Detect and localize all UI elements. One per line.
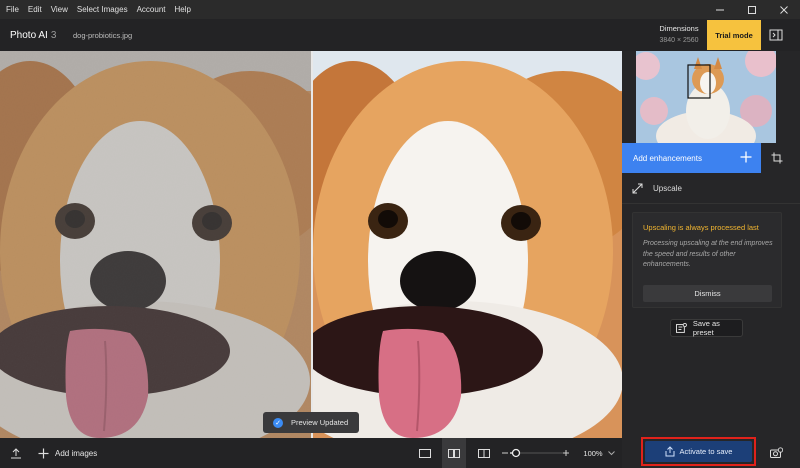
- split-view-icon: [478, 448, 490, 458]
- menu-select-images[interactable]: Select Images: [77, 5, 128, 14]
- single-view-button[interactable]: [414, 438, 436, 468]
- upscale-notice-card: Upscaling is always processed last Proce…: [632, 212, 782, 308]
- plus-icon: [38, 448, 49, 458]
- menu-help[interactable]: Help: [175, 5, 191, 14]
- expand-arrows-icon: [632, 183, 643, 193]
- save-as-preset-label: Save as preset: [692, 319, 720, 337]
- divider: [622, 203, 800, 204]
- image-viewer[interactable]: ✓ Preview Updated: [0, 51, 622, 438]
- side-by-side-icon: [448, 448, 460, 458]
- add-images-label: Add images: [55, 448, 98, 458]
- zoom-level[interactable]: 100%: [582, 438, 604, 468]
- split-view-button[interactable]: [473, 438, 495, 468]
- dimensions-readout: Dimensions 3840 × 2560: [652, 24, 706, 44]
- dog-photo-original: [0, 51, 311, 438]
- minimize-icon[interactable]: [704, 0, 736, 19]
- preview-updated-toast: ✓ Preview Updated: [263, 412, 359, 433]
- upscale-label: Upscale: [653, 183, 682, 193]
- check-icon: ✓: [273, 417, 283, 428]
- camera-gear-icon: [769, 447, 783, 458]
- single-view-icon: [419, 448, 431, 458]
- menu-bar: File Edit View Select Images Account Hel…: [0, 0, 800, 19]
- zoom-slider-track: [502, 448, 569, 458]
- menu-account[interactable]: Account: [137, 5, 166, 14]
- upscale-item[interactable]: Upscale: [632, 180, 682, 196]
- chevron-down-icon: [607, 450, 615, 455]
- crop-button[interactable]: [762, 143, 792, 173]
- close-icon[interactable]: [768, 0, 800, 19]
- navigator-thumbnail[interactable]: [636, 51, 776, 143]
- activate-to-save-button[interactable]: Activate to save: [645, 441, 752, 462]
- menu-list: File Edit View Select Images Account Hel…: [0, 5, 200, 14]
- toast-text: Preview Updated: [291, 418, 349, 427]
- panel-toggle-icon: [769, 29, 783, 41]
- menu-view[interactable]: View: [51, 5, 68, 14]
- dimensions-label: Dimensions: [659, 24, 699, 33]
- upload-icon: [11, 448, 21, 459]
- app-name: Photo AI: [10, 30, 48, 41]
- preset-icon: [676, 323, 687, 333]
- trial-mode-button[interactable]: Trial mode: [707, 20, 761, 50]
- menu-edit[interactable]: Edit: [28, 5, 42, 14]
- add-images-button[interactable]: Add images: [38, 438, 97, 468]
- original-preview: [0, 51, 311, 438]
- crop-icon: [771, 152, 783, 164]
- app-header: Photo AI 3 dog-probiotics.jpg Dimensions …: [0, 19, 800, 51]
- maximize-icon[interactable]: [736, 0, 768, 19]
- side-by-side-view-button[interactable]: [442, 438, 466, 468]
- file-name: dog-probiotics.jpg: [73, 31, 133, 40]
- app-version: 3: [50, 30, 57, 41]
- notice-body: Processing upscaling at the end improves…: [643, 240, 773, 268]
- camera-settings-button[interactable]: [762, 440, 790, 466]
- save-as-preset-button[interactable]: Save as preset: [670, 319, 743, 337]
- zoom-dropdown[interactable]: [606, 438, 616, 468]
- window-controls: [704, 0, 800, 19]
- activate-to-save-highlight: Activate to save: [641, 437, 756, 466]
- bottom-toolbar: Add images 100%: [0, 438, 622, 468]
- plus-icon: [740, 149, 752, 167]
- share-icon: [665, 446, 675, 457]
- add-enhancements-label: Add enhancements: [633, 153, 702, 163]
- enhanced-preview: [313, 51, 622, 438]
- app-brand: Photo AI 3: [10, 30, 56, 41]
- thumbnail-image: [636, 51, 776, 143]
- activate-to-save-label: Activate to save: [679, 447, 733, 456]
- zoom-value: 100%: [583, 448, 603, 458]
- dismiss-button[interactable]: Dismiss: [643, 285, 772, 302]
- dog-photo-enhanced: [313, 51, 622, 438]
- dimensions-value: 3840 × 2560: [659, 37, 699, 44]
- menu-file[interactable]: File: [6, 5, 19, 14]
- add-enhancements-button[interactable]: Add enhancements: [622, 143, 761, 173]
- zoom-slider[interactable]: [500, 438, 574, 468]
- toggle-panel-button[interactable]: [763, 25, 789, 45]
- export-button[interactable]: [6, 438, 26, 468]
- notice-title: Upscaling is always processed last: [643, 223, 759, 232]
